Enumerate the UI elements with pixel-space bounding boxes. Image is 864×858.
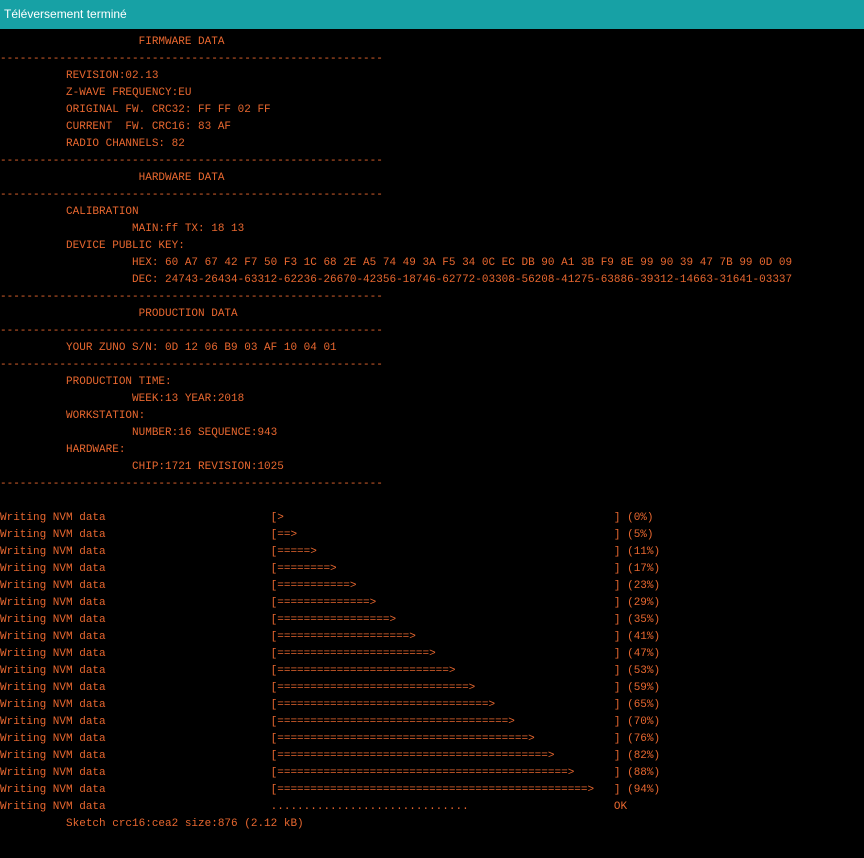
console-line: Writing NVM data [=================> ] (…: [0, 614, 661, 626]
console-line: ----------------------------------------…: [0, 189, 383, 201]
console-line: HARDWARE DATA: [0, 172, 225, 184]
console-line: Writing NVM data [=====> ] (11%): [0, 546, 661, 558]
console-line: RADIO CHANNELS: 82: [0, 138, 185, 150]
console-line: HEX: 60 A7 67 42 F7 50 F3 1C 68 2E A5 74…: [0, 257, 793, 269]
console-line: REVISION:02.13: [0, 70, 159, 82]
console-line: Writing NVM data [======================…: [0, 699, 661, 711]
console-line: Writing NVM data [> ] (0%): [0, 512, 654, 524]
serial-console-output[interactable]: ----------------------------------------…: [0, 29, 864, 858]
console-line: YOUR ZUNO S/N: 0D 12 06 B9 03 AF 10 04 0…: [0, 342, 337, 354]
console-line: ----------------------------------------…: [0, 478, 383, 490]
console-line: Writing NVM data [======================…: [0, 733, 661, 745]
title-bar: Téléversement terminé: [0, 0, 864, 29]
console-line: PRODUCTION TIME:: [0, 376, 172, 388]
console-line: PRODUCTION DATA: [0, 308, 238, 320]
console-line: CHIP:1721 REVISION:1025: [0, 461, 284, 473]
console-line: ORIGINAL FW. CRC32: FF FF 02 FF: [0, 104, 271, 116]
window-title: Téléversement terminé: [4, 7, 127, 21]
console-line: Sketch crc16:cea2 size:876 (2.12 kB): [0, 818, 304, 830]
console-line: WEEK:13 YEAR:2018: [0, 393, 245, 405]
console-line: DEC: 24743-26434-63312-62236-26670-42356…: [0, 274, 793, 286]
console-line: MAIN:ff TX: 18 13: [0, 223, 245, 235]
console-line: CURRENT FW. CRC16: 83 AF: [0, 121, 232, 133]
console-line: ----------------------------------------…: [0, 291, 383, 303]
console-line: ----------------------------------------…: [0, 155, 383, 167]
console-line: Writing NVM data [======================…: [0, 784, 661, 796]
console-line: NUMBER:16 SEQUENCE:943: [0, 427, 278, 439]
console-line: Writing NVM data [==============> ] (29%…: [0, 597, 661, 609]
console-line: Writing NVM data [======================…: [0, 648, 661, 660]
console-line: Writing NVM data [======================…: [0, 750, 661, 762]
console-line: ----------------------------------------…: [0, 325, 383, 337]
console-line: Writing NVM data [====================> …: [0, 631, 661, 643]
console-line: Writing NVM data [===========> ] (23%): [0, 580, 661, 592]
console-line: Writing NVM data [======================…: [0, 665, 661, 677]
console-line: Writing NVM data .......................…: [0, 801, 628, 813]
console-line: Writing NVM data [======================…: [0, 767, 661, 779]
console-line: Writing NVM data [======================…: [0, 716, 661, 728]
console-line: Writing NVM data [==> ] (5%): [0, 529, 654, 541]
console-line: Writing NVM data [========> ] (17%): [0, 563, 661, 575]
console-line: CALIBRATION: [0, 206, 139, 218]
console-line: FIRMWARE DATA: [0, 36, 225, 48]
console-line: ----------------------------------------…: [0, 53, 383, 65]
console-line: DEVICE PUBLIC KEY:: [0, 240, 185, 252]
console-line: HARDWARE:: [0, 444, 126, 456]
console-line: Writing NVM data [======================…: [0, 682, 661, 694]
console-line: WORKSTATION:: [0, 410, 146, 422]
console-line: ----------------------------------------…: [0, 359, 383, 371]
console-line: Z-WAVE FREQUENCY:EU: [0, 87, 192, 99]
